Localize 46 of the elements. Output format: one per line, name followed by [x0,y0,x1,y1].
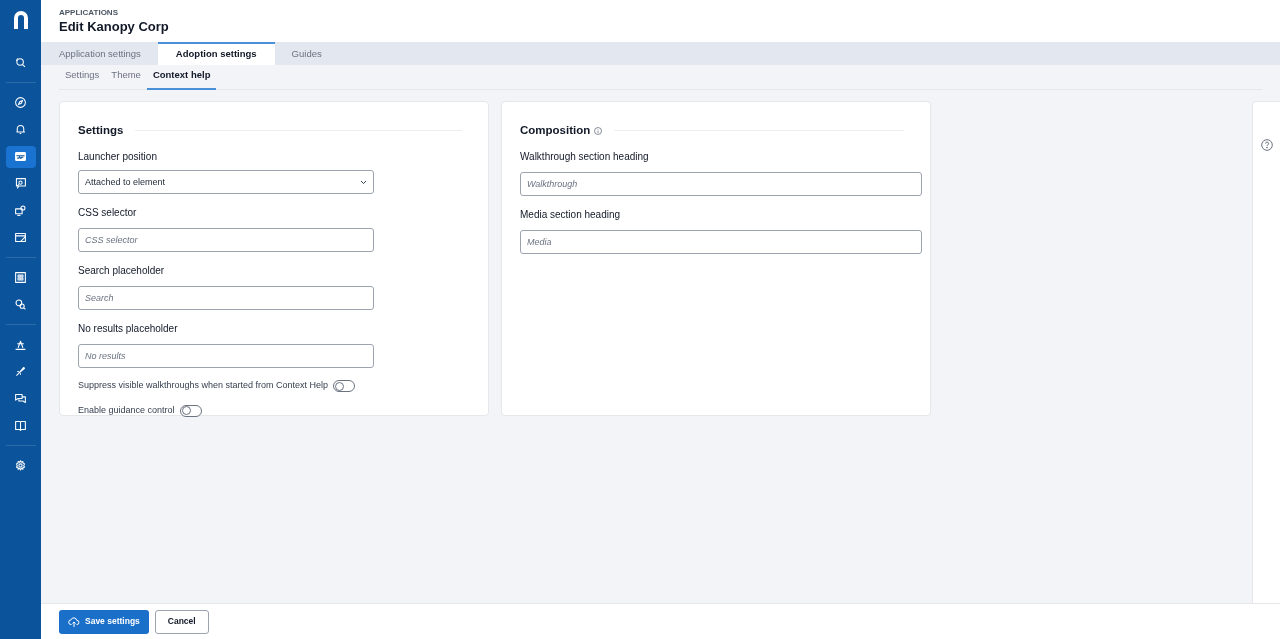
info-icon[interactable] [594,126,603,135]
input-field[interactable]: No results [78,344,374,369]
field-label: Walkthrough section heading [520,150,649,165]
chevron-down-icon [360,179,367,185]
window-icon [14,231,27,244]
section-title: Settings [78,123,124,138]
field-label: Media section heading [520,208,621,223]
grid-icon [14,271,27,284]
input-field[interactable]: Search [78,286,374,311]
toggle-switch[interactable] [179,404,202,417]
settings-icon [14,459,27,472]
page-title: Edit Kanopy Corp [59,18,169,35]
tab[interactable]: Guides [274,42,339,65]
save-button[interactable]: Save settings [59,609,149,634]
subtab[interactable]: Settings [59,67,106,89]
search-icon [14,56,27,69]
field-label: Search placeholder [78,264,165,279]
toggle-label: Enable guidance control [78,403,175,417]
presentation-icon [14,177,27,190]
logo-icon[interactable] [12,10,29,29]
field-label: Launcher position [78,150,157,165]
dashboard-icon [14,150,27,163]
field-label: CSS selector [78,206,137,221]
sidebar-item[interactable] [5,145,36,168]
search-icon [14,298,27,311]
compass-icon [14,96,27,109]
input-field[interactable]: Media [520,230,922,255]
field-label: No results placeholder [78,322,178,337]
input-field[interactable]: CSS selector [78,228,374,253]
input-field[interactable]: Walkthrough [520,172,922,197]
chat-icon [14,392,27,405]
help-icon[interactable] [1260,139,1273,151]
subtab[interactable]: Context help [146,67,217,90]
subtab[interactable]: Theme [105,67,147,89]
tab[interactable]: Adoption settings [157,42,275,65]
section-title: Composition [520,123,591,138]
cloud-upload-icon [68,616,80,627]
dropdown[interactable]: Attached to element [78,170,374,195]
breadcrumb: APPLICATIONS [59,8,118,18]
book-icon [14,419,27,432]
bell-icon [14,123,27,136]
toggle-switch[interactable] [333,380,356,392]
devices-icon [14,204,27,217]
cancel-button[interactable]: Cancel [154,609,209,634]
toggle-label: Suppress visible walkthroughs when started from Context Help [78,379,329,393]
tab[interactable]: Application settings [42,42,158,65]
